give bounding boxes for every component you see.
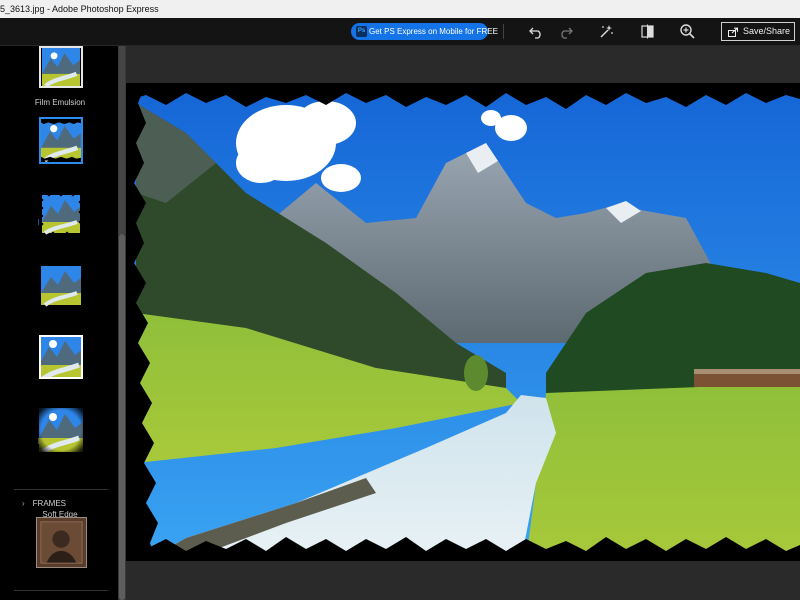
look-thumbnail[interactable] <box>39 46 83 88</box>
chevron-right-icon: › <box>22 499 25 508</box>
look-thumbnail[interactable] <box>39 117 83 164</box>
redo-icon[interactable] <box>556 22 575 41</box>
thumbnail-image <box>41 120 81 162</box>
frames-section-toggle[interactable]: › FRAMES <box>22 499 66 508</box>
thumbnail-image <box>39 192 83 236</box>
get-mobile-app-button[interactable]: Ps Get PS Express on Mobile for FREE <box>351 23 498 40</box>
share-icon <box>728 27 739 37</box>
look-thumbnail[interactable] <box>39 408 83 452</box>
save-share-label: Save/Share <box>743 26 791 36</box>
section-divider <box>14 590 108 591</box>
looks-panel: Film Emulsion Rough Edge Halftone Dragge… <box>0 46 118 600</box>
photoshop-logo-icon: Ps <box>356 26 367 37</box>
landscape-image <box>126 83 800 561</box>
compare-icon[interactable] <box>638 22 657 41</box>
look-thumbnail[interactable] <box>39 192 83 236</box>
undo-icon[interactable] <box>527 22 546 41</box>
toolbar-divider <box>503 24 504 39</box>
frame-preview-image <box>37 518 86 567</box>
scrollbar-thumb[interactable] <box>119 234 125 600</box>
look-label: Film Emulsion <box>34 98 86 107</box>
title-bar: 5_3613.jpg - Adobe Photoshop Express <box>0 0 800 18</box>
frame-thumbnail[interactable] <box>36 517 87 568</box>
look-thumbnail[interactable] <box>39 335 83 379</box>
window-title: 5_3613.jpg - Adobe Photoshop Express <box>0 4 159 14</box>
thumbnail-image <box>39 263 83 307</box>
look-thumbnail[interactable] <box>39 263 83 307</box>
edited-photo[interactable] <box>126 83 800 561</box>
thumbnail-image <box>42 48 80 86</box>
scrollbar-track <box>119 46 125 234</box>
sidebar-scrollbar[interactable] <box>118 46 126 600</box>
section-divider <box>14 489 108 490</box>
zoom-icon[interactable] <box>678 22 697 41</box>
promo-label: Get PS Express on Mobile for FREE <box>369 27 498 36</box>
top-toolbar: Ps Get PS Express on Mobile for FREE Sav… <box>0 18 800 46</box>
thumbnail-image <box>39 408 83 452</box>
save-share-button[interactable]: Save/Share <box>721 22 795 41</box>
auto-fix-icon[interactable] <box>596 22 615 41</box>
frames-label: FRAMES <box>32 499 67 508</box>
thumbnail-image <box>39 335 83 379</box>
